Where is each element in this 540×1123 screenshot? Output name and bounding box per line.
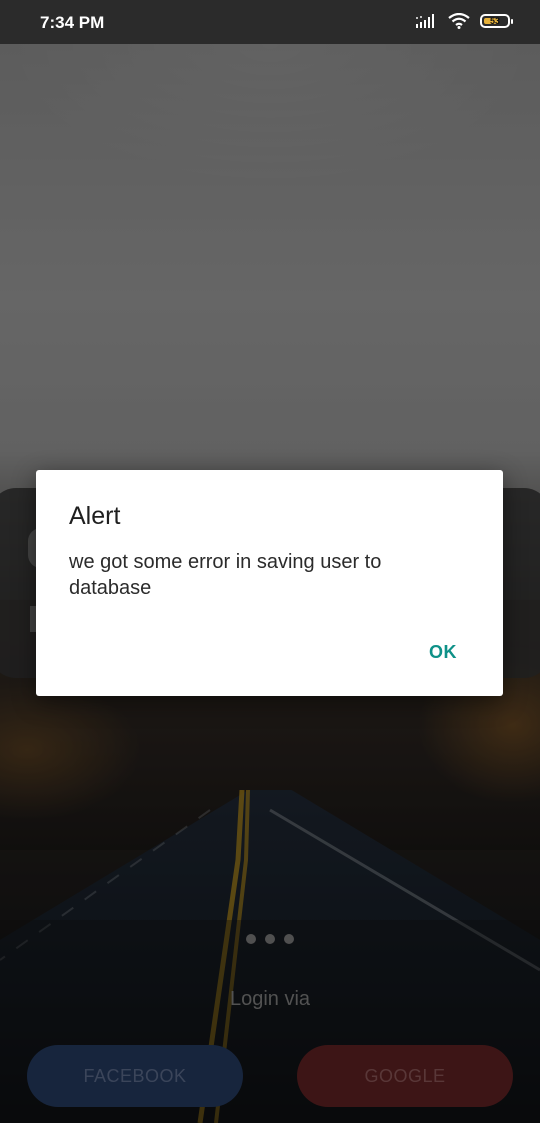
battery-level: 53	[489, 16, 500, 26]
ok-button[interactable]: OK	[429, 642, 457, 663]
status-bar: 7:34 PM 53	[0, 0, 540, 44]
status-time: 7:34 PM	[40, 13, 105, 32]
wifi-icon	[448, 13, 470, 29]
battery-icon: 53	[480, 14, 513, 28]
dialog-title: Alert	[69, 502, 121, 530]
status-icons: 53	[416, 13, 513, 29]
dialog-message: we got some error in saving user to data…	[69, 551, 382, 599]
signal-icon	[416, 14, 434, 28]
alert-dialog: Alert we got some error in saving user t…	[36, 470, 503, 696]
